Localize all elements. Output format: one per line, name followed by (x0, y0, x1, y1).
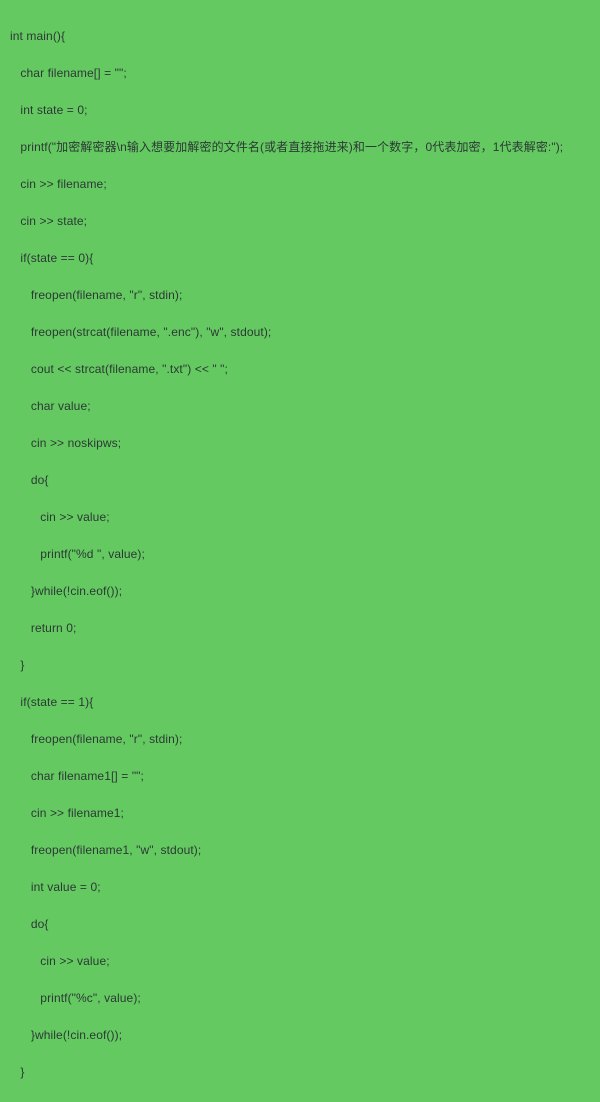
code-line: do{ (10, 471, 590, 490)
code-line: freopen(filename, "r", stdin); (10, 730, 590, 749)
code-line: int value = 0; (10, 878, 590, 897)
code-line: printf("%c", value); (10, 989, 590, 1008)
code-line: cin >> noskipws; (10, 434, 590, 453)
code-line: return 0; (10, 619, 590, 638)
code-line: cin >> filename1; (10, 804, 590, 823)
code-line: } (10, 656, 590, 675)
code-line: int state = 0; (10, 101, 590, 120)
code-line: } (10, 1063, 590, 1082)
code-line: freopen(strcat(filename, ".enc"), "w", s… (10, 323, 590, 342)
code-line: char filename[] = ""; (10, 64, 590, 83)
code-line: if(state == 0){ (10, 249, 590, 268)
code-line: }while(!cin.eof()); (10, 1026, 590, 1045)
code-line: char value; (10, 397, 590, 416)
code-line: if(state == 1){ (10, 693, 590, 712)
code-block: int main(){ char filename[] = ""; int st… (10, 8, 590, 1102)
code-line: cin >> state; (10, 212, 590, 231)
code-line: int main(){ (10, 27, 590, 46)
code-line: cout << strcat(filename, ".txt") << " "; (10, 360, 590, 379)
code-line: printf("加密解密器\n输入想要加解密的文件名(或者直接拖进来)和一个数字… (10, 138, 590, 157)
code-line: freopen(filename, "r", stdin); (10, 286, 590, 305)
code-line: } (10, 1100, 590, 1102)
code-line: char filename1[] = ""; (10, 767, 590, 786)
code-line: printf("%d ", value); (10, 545, 590, 564)
code-line: cin >> value; (10, 952, 590, 971)
code-line: }while(!cin.eof()); (10, 582, 590, 601)
code-line: cin >> filename; (10, 175, 590, 194)
code-line: cin >> value; (10, 508, 590, 527)
code-line: freopen(filename1, "w", stdout); (10, 841, 590, 860)
code-line: do{ (10, 915, 590, 934)
